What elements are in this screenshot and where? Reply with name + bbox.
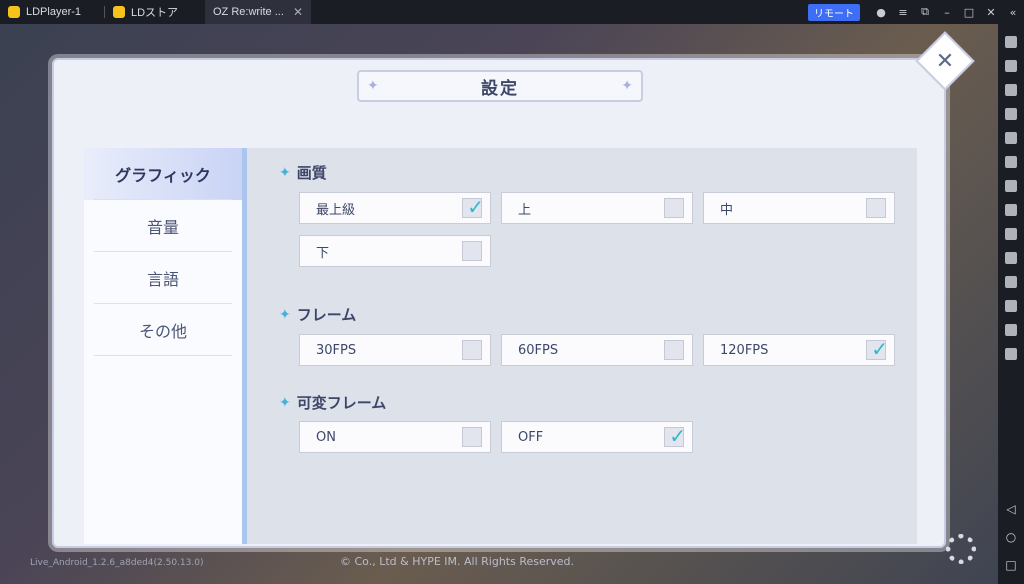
option-quality-medium[interactable]: 中: [703, 192, 895, 224]
checkbox[interactable]: [462, 340, 482, 360]
option-variable-frame-on[interactable]: ON: [299, 421, 491, 453]
remote-button[interactable]: リモート: [808, 3, 860, 21]
sparkle-icon: ✦: [367, 78, 379, 94]
option-quality-high[interactable]: 上: [501, 192, 693, 224]
volume-up-icon[interactable]: [1005, 84, 1017, 96]
tab-oz-rewrite[interactable]: OZ Re:write ... ✕: [0, 0, 311, 36]
star-icon: ✦: [279, 306, 291, 323]
check-icon: ✓: [669, 424, 686, 448]
menu-item-other[interactable]: その他: [84, 304, 242, 356]
back-icon[interactable]: ◁: [1006, 502, 1015, 516]
game-screen: Live_Android_1.2.6_a8ded4(2.50.13.0) © C…: [0, 24, 998, 584]
section-label-frame: ✦ フレーム: [279, 306, 357, 324]
option-frame-120fps[interactable]: 120FPS ✓: [703, 334, 895, 366]
option-quality-low[interactable]: 下: [299, 235, 491, 267]
emulator-titlebar: LDPlayer-1 LDストア OZ Re:write ... ✕ リモート …: [0, 0, 1024, 36]
menu-item-volume[interactable]: 音量: [84, 200, 242, 252]
more-icon[interactable]: [1005, 348, 1017, 360]
keyboard-icon[interactable]: [1005, 60, 1017, 72]
star-icon: ✦: [279, 394, 291, 411]
install-apk-icon[interactable]: [1005, 156, 1017, 168]
checkbox[interactable]: [462, 241, 482, 261]
sync-icon[interactable]: [1005, 276, 1017, 288]
sparkle-icon: ✦: [621, 78, 633, 94]
window-controls: リモート ● ≡ ⧉ – □ ✕ «: [808, 0, 1024, 24]
tab-label: OZ Re:write ...: [213, 6, 284, 18]
section-label-quality: ✦ 画質: [279, 164, 327, 182]
settings-panel: ✦ 設定 ✦ グラフィック 音量 言語 その他 ✦ 画質 最上級 ✓ 上 中 下…: [52, 58, 946, 548]
gear-icon[interactable]: [946, 534, 976, 564]
tab-ld-store[interactable]: LDストア: [105, 0, 205, 24]
emulator-sidebar: ◁ ○ □: [998, 24, 1024, 584]
page-title: 設定: [481, 78, 519, 99]
option-quality-highest[interactable]: 最上級 ✓: [299, 192, 491, 224]
video-icon[interactable]: [1005, 252, 1017, 264]
folder-icon[interactable]: [1005, 300, 1017, 312]
version-text: Live_Android_1.2.6_a8ded4(2.50.13.0): [30, 558, 204, 568]
checkbox[interactable]: [866, 198, 886, 218]
android-nav: ◁ ○ □: [1005, 502, 1016, 572]
menu-icon[interactable]: ≡: [892, 6, 914, 19]
check-icon: ✓: [871, 337, 888, 361]
home-icon[interactable]: ○: [1006, 530, 1016, 544]
section-label-variable-frame: ✦ 可変フレーム: [279, 394, 387, 412]
maximize-icon[interactable]: □: [958, 6, 980, 19]
minimize-icon[interactable]: –: [936, 6, 958, 19]
settings-title-box: ✦ 設定 ✦: [357, 70, 643, 102]
ldplayer-icon: [8, 6, 20, 18]
option-frame-60fps[interactable]: 60FPS: [501, 334, 693, 366]
copyright-text: © Co., Ltd & HYPE IM. All Rights Reserve…: [340, 555, 575, 568]
settings-icon[interactable]: [1005, 36, 1017, 48]
location-icon[interactable]: [1005, 324, 1017, 336]
account-icon[interactable]: ●: [870, 6, 892, 19]
recents-icon[interactable]: □: [1005, 558, 1016, 572]
cut-icon[interactable]: [1005, 228, 1017, 240]
checkbox[interactable]: [664, 340, 684, 360]
option-variable-frame-off[interactable]: OFF ✓: [501, 421, 693, 453]
star-icon: ✦: [279, 164, 291, 181]
window-close-icon[interactable]: ✕: [980, 6, 1002, 19]
option-frame-30fps[interactable]: 30FPS: [299, 334, 491, 366]
checkbox[interactable]: [664, 198, 684, 218]
robot-icon[interactable]: [1005, 204, 1017, 216]
record-icon[interactable]: [1005, 180, 1017, 192]
tab-label: LDPlayer-1: [26, 6, 82, 18]
tab-label: LDストア: [131, 7, 179, 19]
checkbox[interactable]: [462, 427, 482, 447]
screenshot-icon[interactable]: [1005, 132, 1017, 144]
close-icon: ✕: [935, 48, 955, 74]
menu-item-graphics[interactable]: グラフィック: [84, 148, 242, 200]
settings-menu: グラフィック 音量 言語 その他: [84, 148, 242, 544]
tab-close-icon[interactable]: ✕: [293, 5, 303, 19]
store-icon: [113, 6, 125, 18]
collapse-sidebar-icon[interactable]: «: [1002, 6, 1024, 19]
restore-icon[interactable]: ⧉: [914, 5, 936, 19]
volume-down-icon[interactable]: [1005, 108, 1017, 120]
menu-item-language[interactable]: 言語: [84, 252, 242, 304]
check-icon: ✓: [467, 195, 484, 219]
settings-content: ✦ 画質 最上級 ✓ 上 中 下 ✦ フレーム 30FPS 60FPS 120F…: [247, 148, 917, 544]
tab-ldplayer[interactable]: LDPlayer-1: [0, 0, 104, 24]
